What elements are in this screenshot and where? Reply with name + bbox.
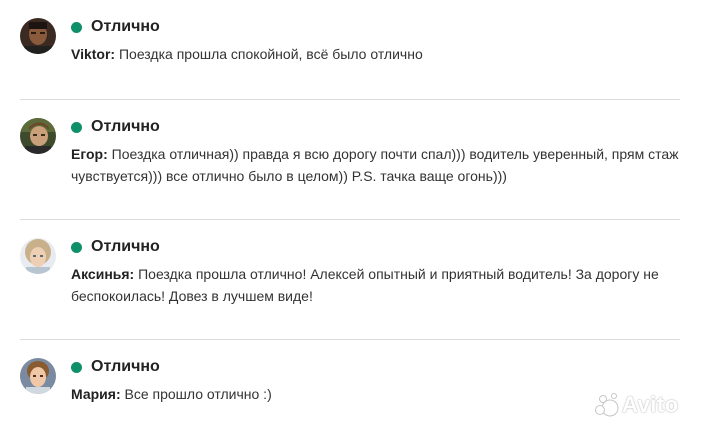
review-author: Мария: (71, 386, 121, 402)
divider (20, 219, 680, 220)
rating-dot-icon (71, 241, 82, 253)
rating: Отлично (71, 358, 160, 376)
review-text: Аксинья: Поездка прошла отлично! Алексей… (71, 263, 680, 307)
avito-logo-icon (595, 393, 619, 417)
rating-label: Отлично (91, 118, 160, 135)
avatar[interactable] (20, 358, 56, 394)
avatar[interactable] (20, 18, 56, 54)
review-text: Егор: Поездка отличная)) правда я всю до… (71, 143, 680, 187)
watermark-text: Avito (622, 392, 679, 417)
review-author: Viktor: (71, 46, 116, 62)
rating-label: Отлично (91, 18, 160, 35)
review-author: Егор: (71, 146, 108, 162)
review-text: Мария: Все прошло отлично :) (71, 383, 680, 405)
review-body: Поездка прошла отлично! Алексей опытный … (71, 266, 659, 304)
review-body: Поездка отличная)) правда я всю дорогу п… (71, 146, 679, 184)
avatar[interactable] (20, 118, 56, 154)
rating: Отлично (71, 118, 160, 136)
rating-dot-icon (71, 361, 82, 373)
review-author: Аксинья: (71, 266, 135, 282)
review-text: Viktor: Поездка прошла спокойной, всё бы… (71, 43, 680, 65)
rating-dot-icon (71, 121, 82, 133)
divider (20, 339, 680, 340)
avatar[interactable] (20, 238, 56, 274)
review-body: Поездка прошла спокойной, всё было отлич… (115, 46, 423, 62)
rating: Отлично (71, 238, 160, 256)
divider (20, 99, 680, 100)
review-body: Все прошло отлично :) (120, 386, 272, 402)
rating-label: Отлично (91, 238, 160, 255)
avito-watermark: Avito (594, 385, 679, 425)
rating-label: Отлично (91, 358, 160, 375)
rating-dot-icon (71, 21, 82, 33)
rating: Отлично (71, 18, 160, 36)
